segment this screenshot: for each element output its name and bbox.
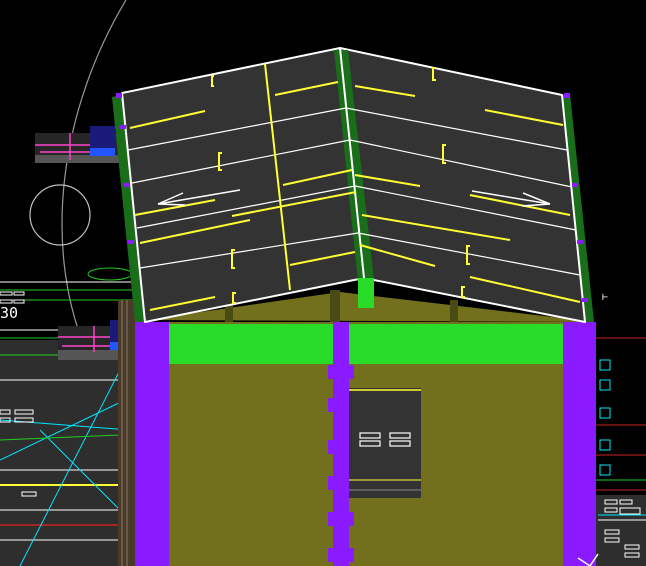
column-right (563, 322, 596, 566)
window-opening (349, 388, 421, 498)
roof-left-slope[interactable] (121, 47, 365, 323)
roof[interactable] (112, 47, 594, 323)
building-wall[interactable] (118, 290, 596, 566)
dimension-label: 30 (0, 304, 18, 322)
wall-top-beam (135, 324, 596, 364)
column-left (135, 322, 169, 566)
svg-text:⊢: ⊢ (602, 292, 608, 303)
cad-viewport[interactable]: 30 ⊢ (0, 0, 646, 566)
